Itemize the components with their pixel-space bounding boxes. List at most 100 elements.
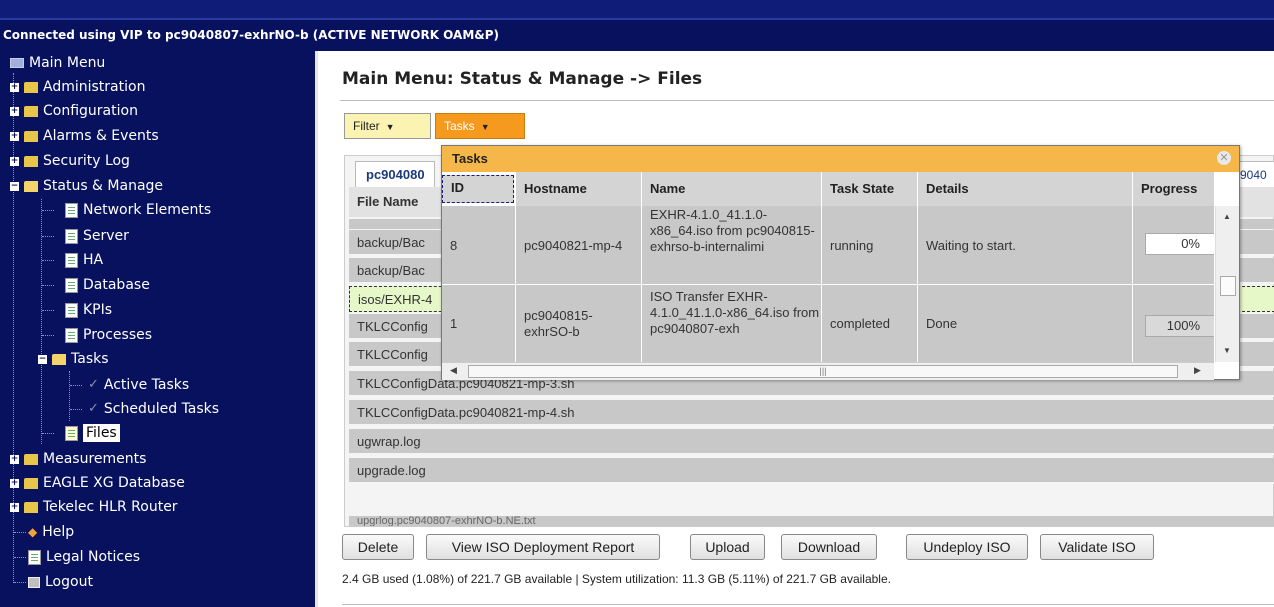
scroll-right-icon[interactable]: ▶	[1194, 365, 1201, 376]
collapse-icon[interactable]: −	[38, 354, 47, 364]
sidebar-item-security-log[interactable]: + Security Log	[10, 150, 130, 172]
collapse-icon[interactable]: −	[10, 181, 19, 191]
sidebar-item-processes[interactable]: Processes	[65, 324, 152, 346]
sidebar-item-active-tasks[interactable]: ✓ Active Tasks	[88, 374, 189, 396]
sidebar-item-measurements[interactable]: + Measurements	[10, 448, 146, 470]
task-cell-state[interactable]: completed	[822, 285, 918, 362]
divider	[342, 604, 1274, 605]
sidebar-item-kpis[interactable]: KPIs	[65, 299, 112, 321]
sidebar-item-alarms-events[interactable]: + Alarms & Events	[10, 125, 159, 147]
column-header-hostname[interactable]: Hostname	[516, 172, 642, 206]
column-header-progress[interactable]: Progress	[1133, 172, 1215, 206]
table-row[interactable]: TKLCConfigData.pc9040821-mp-4.sh	[349, 400, 1274, 426]
close-icon[interactable]: ✕	[1217, 151, 1231, 165]
download-button[interactable]: Download	[781, 534, 877, 560]
expand-icon[interactable]: +	[10, 106, 19, 116]
expand-icon[interactable]: +	[10, 478, 19, 488]
tree-branch	[42, 236, 54, 237]
checkmark-icon: ✓	[88, 401, 99, 416]
page-icon	[65, 302, 78, 318]
delete-button[interactable]: Delete	[342, 534, 414, 560]
disk-usage-status: 2.4 GB used (1.08%) of 221.7 GB availabl…	[342, 572, 891, 586]
scroll-up-icon[interactable]: ▲	[1223, 212, 1231, 221]
tree-branch	[14, 532, 26, 533]
table-row-partial[interactable]: upgrlog.pc9040807-exhrNO-b.NE.txt	[349, 516, 1274, 526]
scroll-thumb[interactable]: |||	[468, 365, 1178, 378]
task-cell-progress[interactable]: 100%	[1133, 285, 1215, 362]
validate-iso-button[interactable]: Validate ISO	[1040, 534, 1154, 560]
task-cell-details[interactable]: Waiting to start.	[918, 206, 1133, 284]
task-cell-name[interactable]: ISO Transfer EXHR-4.1.0_41.1.0-x86_64.is…	[642, 285, 822, 362]
sidebar-item-database[interactable]: Database	[65, 274, 150, 296]
sidebar-item-administration[interactable]: + Administration	[10, 76, 145, 98]
tree-branch	[70, 409, 82, 410]
tasks-dropdown[interactable]: Tasks ▼	[435, 113, 525, 139]
sidebar-item-tekelec-hlr-router[interactable]: + Tekelec HLR Router	[10, 496, 178, 518]
task-cell-id[interactable]: 1	[442, 285, 516, 362]
tree-branch	[14, 582, 26, 583]
upload-button[interactable]: Upload	[690, 534, 765, 560]
page-icon	[65, 277, 78, 293]
sidebar-item-ha[interactable]: HA	[65, 249, 103, 271]
computer-icon	[10, 58, 24, 68]
expand-icon[interactable]: +	[10, 156, 19, 166]
sidebar-item-status-manage[interactable]: − Status & Manage	[10, 175, 163, 197]
vertical-scrollbar[interactable]: ▲ ▼	[1215, 206, 1239, 362]
task-cell-state[interactable]: running	[822, 206, 918, 284]
tree-branch	[42, 433, 54, 434]
column-header-id[interactable]: ID	[442, 175, 514, 203]
table-row[interactable]: upgrade.log	[349, 458, 1274, 484]
expand-icon[interactable]: +	[10, 82, 19, 92]
tree-branch	[42, 210, 54, 211]
scroll-left-icon[interactable]: ◀	[450, 365, 457, 376]
sidebar-item-files[interactable]: Files	[65, 422, 120, 444]
logout-icon	[28, 576, 40, 588]
sidebar-item-scheduled-tasks[interactable]: ✓ Scheduled Tasks	[88, 398, 219, 420]
page-icon	[65, 228, 78, 244]
sidebar-item-tasks[interactable]: − Tasks	[38, 348, 109, 370]
filter-dropdown[interactable]: Filter ▼	[344, 113, 431, 139]
expand-icon[interactable]: +	[10, 454, 19, 464]
sidebar-item-legal-notices[interactable]: Legal Notices	[28, 546, 140, 568]
column-header-task-state[interactable]: Task State	[822, 172, 918, 206]
tree-branch	[42, 310, 54, 311]
column-header-name[interactable]: Name	[642, 172, 822, 206]
folder-open-icon	[24, 180, 38, 192]
page-icon	[65, 252, 78, 268]
tasks-popup-title: Tasks	[442, 146, 1239, 172]
sidebar-item-server[interactable]: Server	[65, 225, 129, 247]
task-cell-details[interactable]: Done	[918, 285, 1133, 362]
expand-icon[interactable]: +	[10, 502, 19, 512]
chevron-down-icon: ▼	[480, 122, 490, 132]
divider	[340, 100, 1274, 101]
expand-icon[interactable]: +	[10, 131, 19, 141]
tab-server[interactable]: pc904080	[355, 161, 435, 187]
folder-icon	[24, 501, 38, 513]
sidebar-item-help[interactable]: ◆ Help	[28, 521, 74, 543]
sidebar-item-eagle-xg-database[interactable]: + EAGLE XG Database	[10, 472, 185, 494]
tree-branch	[42, 260, 54, 261]
scroll-thumb[interactable]	[1220, 276, 1236, 296]
sidebar-item-main-menu[interactable]: Main Menu	[10, 52, 105, 74]
table-row[interactable]: ugwrap.log	[349, 429, 1274, 455]
sidebar-item-network-elements[interactable]: Network Elements	[65, 199, 211, 221]
task-cell-progress[interactable]: 0%	[1133, 206, 1215, 284]
task-cell-name[interactable]: EXHR-4.1.0_41.1.0-x86_64.iso from pc9040…	[642, 206, 822, 284]
sidebar-item-logout[interactable]: Logout	[28, 571, 93, 593]
progress-value: 100%	[1145, 315, 1214, 337]
folder-icon	[24, 130, 38, 142]
folder-icon	[24, 81, 38, 93]
tree-branch	[42, 335, 54, 336]
sidebar-item-configuration[interactable]: + Configuration	[10, 100, 138, 122]
folder-icon	[24, 105, 38, 117]
top-strip	[0, 0, 1274, 20]
column-header-details[interactable]: Details	[918, 172, 1133, 206]
task-cell-hostname[interactable]: pc9040821-mp-4	[516, 206, 642, 284]
undeploy-iso-button[interactable]: Undeploy ISO	[906, 534, 1028, 560]
view-iso-deployment-report-button[interactable]: View ISO Deployment Report	[426, 534, 660, 560]
scroll-down-icon[interactable]: ▼	[1223, 346, 1231, 355]
folder-open-icon	[52, 353, 66, 365]
task-cell-hostname[interactable]: pc9040815-exhrSO-b	[516, 285, 642, 362]
horizontal-scrollbar[interactable]: ◀ ||| ▶	[442, 362, 1214, 380]
task-cell-id[interactable]: 8	[442, 206, 516, 284]
